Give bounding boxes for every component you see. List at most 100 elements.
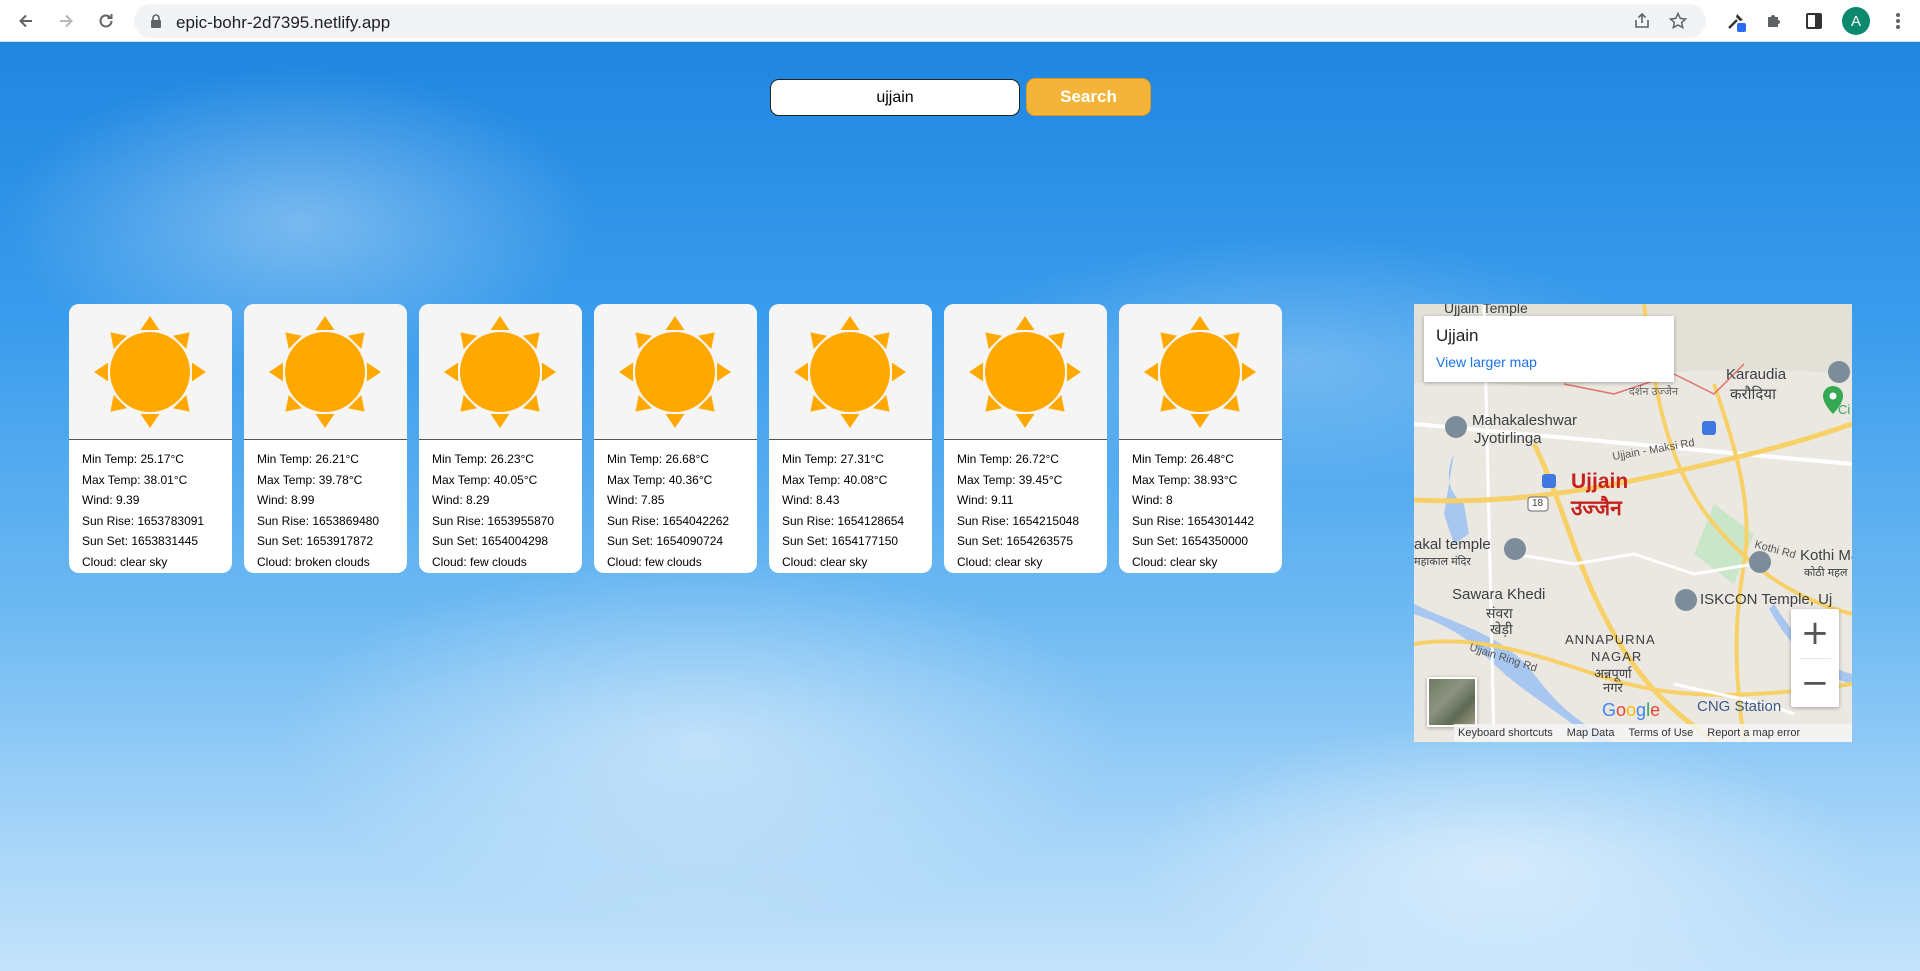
map-data-link[interactable]: Map Data: [1567, 727, 1615, 739]
map-label-sawara-hi2: खेड़ी: [1490, 621, 1513, 637]
min-temp: Min Temp: 26.68°C: [607, 452, 709, 466]
sun-ray: [140, 316, 160, 331]
google-logo-letter: o: [1616, 700, 1627, 720]
sun-ray: [1190, 316, 1210, 331]
cloud: Cloud: few clouds: [607, 554, 702, 569]
wind: Wind: 8.99: [257, 493, 315, 508]
sun-ray: [794, 362, 809, 382]
forecast-card: Min Temp: 26.72°C Max Temp: 39.45°C Wind…: [944, 304, 1107, 573]
sunrise: Sun Rise: 1653955870: [432, 513, 555, 528]
min-temp: Min Temp: 26.23°C: [432, 452, 534, 466]
map-label-city: Ujjain: [1571, 470, 1629, 493]
max-temp: Max Temp: 38.01°C: [82, 472, 188, 487]
sun-disc: [285, 332, 365, 412]
sunrise: Sun Rise: 1654128654: [782, 513, 905, 528]
sun-ray: [840, 316, 860, 331]
weather-image-area: [769, 304, 932, 440]
embedded-map[interactable]: Ujjain Temple Karaudia करौदिया दर्शन उज्…: [1414, 304, 1852, 742]
sun-ray: [140, 413, 160, 428]
forecast-card: Min Temp: 26.68°C Max Temp: 40.36°C Wind…: [594, 304, 757, 573]
min-temp: Min Temp: 26.48°C: [1132, 452, 1234, 466]
zoom-in-button[interactable]: +: [1791, 609, 1839, 657]
browser-toolbar: epic-bohr-2d7395.netlify.app A: [0, 0, 1920, 42]
max-temp: Max Temp: 38.93°C: [1132, 472, 1238, 487]
map-label-nagar: NAGAR: [1591, 649, 1643, 664]
profile-avatar[interactable]: A: [1842, 7, 1870, 35]
forecast-card: Min Temp: 25.17°C Max Temp: 38.01°C Wind…: [69, 304, 232, 573]
sunset: Sun Set: 1654090724: [607, 534, 724, 549]
sun-ray: [541, 362, 556, 382]
sunset: Sun Set: 1654004298: [432, 534, 549, 549]
terms-of-use-link[interactable]: Terms of Use: [1628, 727, 1693, 739]
sun-icon: [444, 316, 556, 428]
wind: Wind: 9.11: [957, 493, 1014, 508]
sun-disc: [460, 332, 540, 412]
sun-ray: [1015, 413, 1035, 428]
max-temp: Max Temp: 40.05°C: [432, 472, 538, 487]
map-label-darshan: दर्शन उज्जैन: [1629, 386, 1679, 398]
zoom-out-button[interactable]: −: [1791, 659, 1839, 707]
sun-ray: [315, 413, 335, 428]
reload-icon: [99, 14, 113, 28]
report-map-error-link[interactable]: Report a map error: [1707, 727, 1800, 739]
kebab-menu-icon[interactable]: [1886, 9, 1910, 33]
view-larger-map-link[interactable]: View larger map: [1436, 354, 1537, 370]
reload-button[interactable]: [91, 6, 121, 36]
map-label-jyotirlinga: Jyotirlinga: [1474, 430, 1542, 447]
map-zoom-control: + −: [1791, 609, 1839, 707]
back-button[interactable]: [11, 6, 41, 36]
sun-ray: [665, 413, 685, 428]
side-panel-icon[interactable]: [1802, 9, 1826, 33]
extensions-puzzle-icon[interactable]: [1762, 9, 1786, 33]
sun-ray: [969, 362, 984, 382]
min-temp: Min Temp: 26.72°C: [957, 452, 1059, 466]
sun-disc: [810, 332, 890, 412]
max-temp: Max Temp: 39.78°C: [257, 472, 363, 487]
map-label-annapurna-hi2: नगर: [1603, 680, 1623, 695]
arrow-left-icon: [19, 14, 32, 28]
bookmark-star-icon[interactable]: [1668, 11, 1688, 31]
google-logo-letter: e: [1650, 700, 1661, 720]
map-label-cng-station: CNG Station: [1697, 698, 1782, 715]
map-label-route-18: 18: [1532, 498, 1544, 509]
google-logo-letter: o: [1626, 700, 1637, 720]
map-label-iskcon: ISKCON Temple, Uj: [1700, 591, 1833, 608]
min-temp: Min Temp: 26.21°C: [257, 452, 359, 466]
max-temp: Max Temp: 40.08°C: [782, 472, 888, 487]
sun-icon: [94, 316, 206, 428]
sun-ray: [840, 413, 860, 428]
sun-disc: [110, 332, 190, 412]
cloud: Cloud: few clouds: [432, 554, 527, 569]
weather-image-area: [419, 304, 582, 440]
map-label-sawara-khedi: Sawara Khedi: [1452, 586, 1546, 603]
sun-ray: [716, 362, 731, 382]
forward-button[interactable]: [51, 6, 81, 36]
cloud: Cloud: broken clouds: [257, 554, 370, 569]
keyboard-shortcuts-link[interactable]: Keyboard shortcuts: [1458, 727, 1553, 739]
arrow-right-icon: [60, 14, 73, 28]
address-bar[interactable]: epic-bohr-2d7395.netlify.app: [134, 4, 1706, 38]
city-search-input[interactable]: [770, 79, 1020, 116]
map-label-city-hi: उज्जैन: [1571, 497, 1622, 520]
eyedropper-extension-icon[interactable]: [1724, 9, 1748, 33]
google-logo-letter: g: [1636, 700, 1647, 720]
max-temp: Max Temp: 40.36°C: [607, 472, 713, 487]
forecast-card: Min Temp: 26.23°C Max Temp: 40.05°C Wind…: [419, 304, 582, 573]
sunrise: Sun Rise: 1653869480: [257, 513, 380, 528]
sun-ray: [1015, 316, 1035, 331]
sun-ray: [490, 316, 510, 331]
sunset: Sun Set: 1654350000: [1132, 534, 1249, 549]
map-label-mahakal-hi: महाकाल मंदिर: [1414, 556, 1471, 568]
wind: Wind: 8: [1132, 493, 1173, 508]
map-place-card: Ujjain View larger map: [1424, 316, 1674, 382]
sun-ray: [619, 362, 634, 382]
wind: Wind: 9.39: [82, 493, 140, 508]
sunset: Sun Set: 1653831445: [82, 534, 199, 549]
share-icon[interactable]: [1632, 11, 1652, 31]
sunrise: Sun Rise: 1654042262: [607, 513, 730, 528]
cloud: Cloud: clear sky: [1132, 554, 1218, 569]
sun-ray: [490, 413, 510, 428]
search-button[interactable]: Search: [1026, 78, 1151, 116]
min-temp: Min Temp: 25.17°C: [82, 452, 184, 466]
satellite-toggle[interactable]: [1427, 677, 1477, 727]
